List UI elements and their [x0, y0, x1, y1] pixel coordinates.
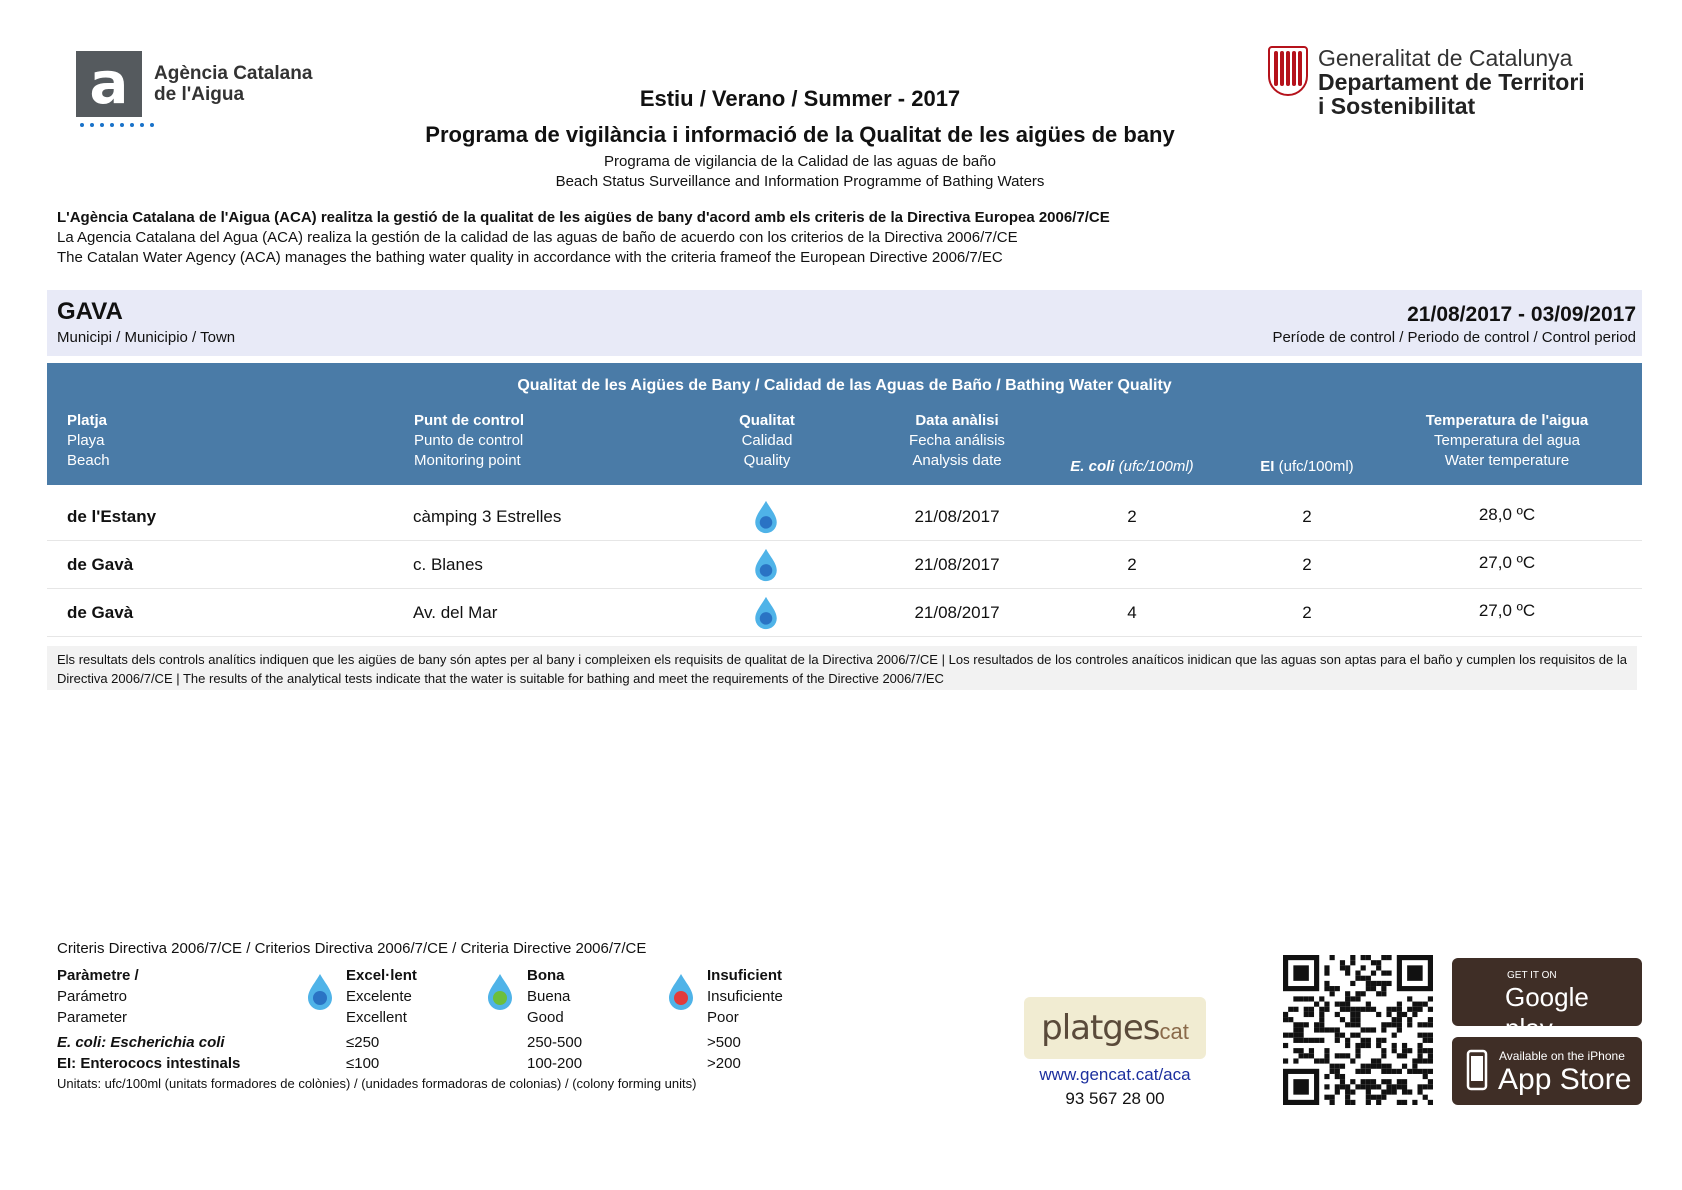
units-note: Unitats: ufc/100ml (unitats formadores d… [57, 1076, 697, 1091]
good-drop-icon [488, 974, 512, 1010]
col-point-header: Punt de control Punto de control Monitor… [414, 412, 524, 469]
town-label: Municipi / Municipio / Town [57, 329, 236, 346]
table-row: de Gavà Av. del Mar 21/08/2017 4 2 27,0 ºC [47, 589, 1642, 637]
quality-table-header: Qualitat de les Aigües de Bany / Calidad… [47, 363, 1642, 485]
cell-ei: 2 [1302, 555, 1312, 574]
gen-line1: Generalitat de Catalunya [1318, 45, 1573, 71]
quality-drop-icon [755, 500, 777, 534]
criteria-excellent: Excel·lent Excelente Excellent [346, 967, 417, 1026]
ei-good-value: 100-200 [527, 1055, 583, 1072]
contact-phone: 93 567 28 00 [1065, 1089, 1165, 1108]
cell-beach: de l'Estany [67, 507, 157, 526]
programme-title-en: Beach Status Surveillance and Informatio… [555, 173, 1045, 190]
cell-point: càmping 3 Estrelles [413, 507, 562, 526]
intro-text: L'Agència Catalana de l'Aigua (ACA) real… [57, 208, 1457, 268]
gen-line3: i Sostenibilitat [1318, 93, 1476, 119]
poor-drop-icon [669, 974, 693, 1010]
col-beach-header: Platja Playa Beach [67, 412, 110, 469]
ei-poor-value: >200 [707, 1055, 741, 1072]
town-band [47, 290, 1642, 356]
gen-line2: Departament de Territori [1318, 69, 1585, 95]
intro-es: La Agencia Catalana del Agua (ACA) reali… [57, 229, 1018, 246]
ei-excellent-value: ≤100 [346, 1055, 380, 1072]
col-ei-header: EI (ufc/100ml) [1260, 458, 1354, 475]
col-quality-header: Qualitat Calidad Quality [739, 412, 795, 469]
excellent-drop-icon [308, 974, 332, 1010]
generalitat-logo: Generalitat de Catalunya Departament de … [1268, 46, 1598, 124]
ecoli-poor-value: >500 [707, 1034, 741, 1051]
cell-temp: 27,0 ºC [1478, 553, 1536, 572]
quality-drop-icon [755, 548, 777, 582]
cell-ecoli: 2 [1127, 507, 1137, 526]
cell-point: c. Blanes [413, 555, 483, 574]
intro-ca: L'Agència Catalana de l'Aigua (ACA) real… [57, 209, 1110, 226]
cell-date: 21/08/2017 [914, 555, 1000, 574]
title-block: Estiu / Verano / Summer - 2017 Programa … [300, 86, 1300, 192]
cell-temp: 27,0 ºC [1478, 601, 1536, 620]
aca-logo-icon: a [76, 51, 154, 127]
season-title: Estiu / Verano / Summer - 2017 [639, 86, 961, 111]
programme-title: Programa de vigilància i informació de l… [425, 122, 1175, 147]
cell-ecoli: 4 [1127, 603, 1137, 622]
qr-code-icon[interactable] [1283, 955, 1433, 1105]
cell-date: 21/08/2017 [914, 603, 1000, 622]
quality-drop-icon [755, 596, 777, 630]
app-store-button[interactable]: Available on the iPhone App Store [1452, 1037, 1642, 1105]
aca-logo-line1: Agència Catalana [154, 63, 313, 84]
ei-criteria-label: EI: Enterococs intestinals [57, 1055, 241, 1072]
aca-logo-line2: de l'Aigua [154, 84, 245, 105]
col-date-header: Data anàlisi Fecha análisis Analysis dat… [909, 412, 1005, 469]
col-temp-header: Temperatura de l'aigua Temperatura del a… [1425, 412, 1589, 469]
gencat-aca-link[interactable]: www.gencat.cat/aca [1000, 1065, 1230, 1085]
table-row: de l'Estany càmping 3 Estrelles 21/08/2017… [47, 493, 1642, 541]
google-play-button[interactable]: GET IT ON Google play [1452, 958, 1642, 1043]
cell-point: Av. del Mar [413, 603, 498, 622]
table-row: de Gavà c. Blanes 21/08/2017 2 2 27,0 ºC [47, 541, 1642, 589]
cell-ecoli: 2 [1127, 555, 1137, 574]
iphone-icon [1466, 1049, 1488, 1091]
criteria-param: Paràmetre / Parámetro Parameter [57, 967, 139, 1026]
cell-temp: 28,0 ºC [1478, 505, 1536, 524]
control-period: 21/08/2017 - 03/09/2017 [1407, 303, 1636, 326]
cell-date: 21/08/2017 [914, 507, 1000, 526]
control-period-label: Període de control / Periodo de control … [1272, 329, 1636, 346]
ecoli-criteria-label: E. coli: Escherichia coli [57, 1034, 225, 1051]
intro-en: The Catalan Water Agency (ACA) manages t… [57, 249, 1003, 266]
results-note: Els resultats dels controls analítics in… [47, 646, 1637, 690]
cell-ei: 2 [1302, 507, 1312, 526]
criteria-title: Criteris Directiva 2006/7/CE / Criterios… [57, 940, 647, 957]
platges-cat-logo[interactable]: platgescat [1024, 997, 1206, 1059]
ecoli-excellent-value: ≤250 [346, 1034, 380, 1051]
criteria-good: Bona Buena Good [527, 967, 571, 1026]
cell-beach: de Gavà [67, 555, 134, 574]
town-name: GAVA [57, 298, 123, 325]
ecoli-good-value: 250-500 [527, 1034, 583, 1051]
quality-table-title: Qualitat de les Aigües de Bany / Calidad… [517, 377, 1172, 394]
cell-ei: 2 [1302, 603, 1312, 622]
criteria-poor: Insuficient Insuficiente Poor [707, 967, 783, 1026]
programme-title-es: Programa de vigilancia de la Calidad de … [604, 153, 996, 170]
col-ecoli-header: E. coli (ufc/100ml) [1070, 458, 1194, 475]
cell-beach: de Gavà [67, 603, 134, 622]
